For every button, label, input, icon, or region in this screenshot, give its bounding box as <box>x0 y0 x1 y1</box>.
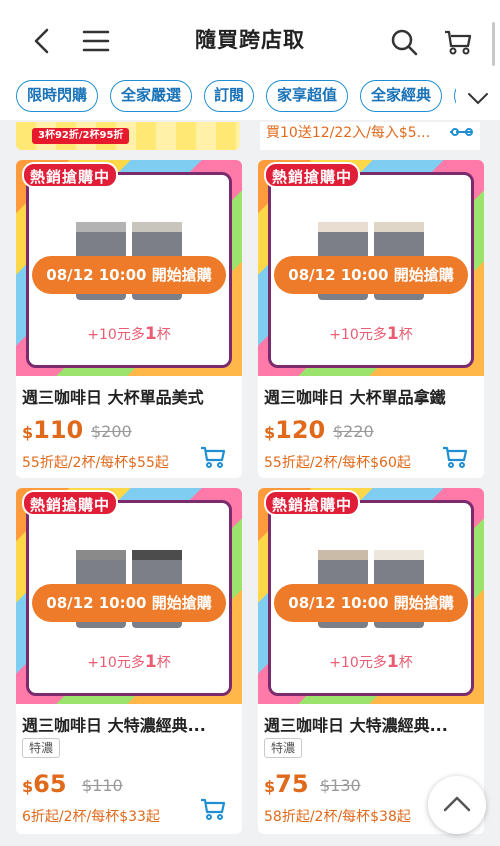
product-name[interactable]: 週三咖啡日 大特濃經典... <box>22 712 238 736</box>
product-card[interactable]: 熱銷搶購中 08/12 10:00 開始搶購 +10元多1杯 週三咖啡日 大杯單… <box>16 160 242 478</box>
promo-number: 1 <box>144 324 157 344</box>
currency-symbol: $ <box>264 777 276 796</box>
scrollbar[interactable] <box>492 22 495 66</box>
product-name[interactable]: 週三咖啡日 大杯單品拿鐵 <box>264 384 480 408</box>
price-value: 75 <box>275 770 309 798</box>
promo-prefix: +10元多 <box>87 327 145 343</box>
promo-number: 1 <box>386 324 399 344</box>
promo-text: +10元多1杯 <box>16 324 242 344</box>
category-tabs: 限時閃購 全家嚴選 訂閱 家享超值 全家經典 <box>0 80 500 120</box>
add-to-cart-icon[interactable] <box>200 446 226 468</box>
product-image: 熱銷搶購中 08/12 10:00 開始搶購 +10元多1杯 <box>16 488 242 704</box>
original-price: $220 <box>333 422 374 441</box>
currency-symbol: $ <box>22 777 34 796</box>
original-price: $110 <box>82 776 123 795</box>
product-tag: 特濃 <box>264 738 303 758</box>
promo-prefix: +10元多 <box>87 655 145 671</box>
promo-suffix: 杯 <box>398 655 413 671</box>
deal-text: 55折起/2杯/每杯$55起 <box>22 455 169 471</box>
promo-suffix: 杯 <box>398 327 413 343</box>
original-price: $200 <box>91 422 132 441</box>
promo-text: +10元多1杯 <box>258 324 484 344</box>
product-card[interactable]: 熱銷搶購中 08/12 10:00 開始搶購 +10元多1杯 週三咖啡日 大杯單… <box>258 160 484 478</box>
deal-text: 6折起/2杯/每杯$33起 <box>22 809 160 825</box>
hot-sale-badge: 熱銷搶購中 <box>22 162 119 188</box>
cart-icon[interactable] <box>443 28 473 56</box>
search-icon[interactable] <box>390 28 418 56</box>
product-image: 熱銷搶購中 08/12 10:00 開始搶購 +10元多1杯 <box>258 160 484 376</box>
chevron-down-icon <box>468 93 488 105</box>
sale-start-button[interactable]: 08/12 10:00 開始搶購 <box>32 256 226 294</box>
promo-text: +10元多1杯 <box>16 652 242 672</box>
product-tag: 特濃 <box>22 738 61 758</box>
chevron-up-icon <box>443 796 471 812</box>
product-name[interactable]: 週三咖啡日 大特濃經典... <box>264 712 480 736</box>
add-to-cart-icon[interactable] <box>200 798 226 820</box>
hot-sale-badge: 熱銷搶購中 <box>22 490 119 516</box>
tab-family-value[interactable]: 家享超值 <box>266 80 348 112</box>
promo-prefix: +10元多 <box>329 327 387 343</box>
hot-sale-badge: 熱銷搶購中 <box>264 162 361 188</box>
scroll-to-top-button[interactable] <box>428 776 486 834</box>
add-to-cart-icon[interactable] <box>442 446 468 468</box>
promo-number: 1 <box>144 652 157 672</box>
sale-start-button[interactable]: 08/12 10:00 開始搶購 <box>274 256 468 294</box>
original-price: $130 <box>320 776 361 795</box>
promo-number: 1 <box>386 652 399 672</box>
tab-subscription[interactable]: 訂閱 <box>204 80 254 112</box>
product-name[interactable]: 週三咖啡日 大杯單品美式 <box>22 384 238 408</box>
product-card[interactable]: 熱銷搶購中 08/12 10:00 開始搶購 +10元多1杯 週三咖啡日 大特濃… <box>16 488 242 834</box>
promo-suffix: 杯 <box>156 327 171 343</box>
sale-start-button[interactable]: 08/12 10:00 開始搶購 <box>274 584 468 622</box>
price-value: 65 <box>33 770 67 798</box>
product-image: 熱銷搶購中 08/12 10:00 開始搶購 +10元多1杯 <box>16 160 242 376</box>
add-to-cart-icon[interactable] <box>448 124 474 146</box>
sale-start-button[interactable]: 08/12 10:00 開始搶購 <box>32 584 226 622</box>
tabs-more-button[interactable] <box>456 80 500 116</box>
promo-prefix: +10元多 <box>329 655 387 671</box>
currency-symbol: $ <box>22 423 34 442</box>
product-price: $120 <box>264 416 325 444</box>
hot-sale-badge: 熱銷搶購中 <box>264 490 361 516</box>
top-bar: 隨買跨店取 <box>0 0 500 80</box>
deal-text: 55折起/2杯/每杯$60起 <box>264 455 411 471</box>
partial-deal-text: 買10送12/22入/每入$5... <box>266 125 431 141</box>
price-value: 120 <box>275 416 326 444</box>
promo-suffix: 杯 <box>156 655 171 671</box>
tab-flash-sale[interactable]: 限時閃購 <box>16 80 98 112</box>
partial-product-info[interactable]: 買10送12/22入/每入$5... <box>260 122 480 150</box>
tab-family-classic[interactable]: 全家經典 <box>360 80 442 112</box>
price-value: 110 <box>33 416 84 444</box>
tab-family-select[interactable]: 全家嚴選 <box>110 80 192 112</box>
product-price: $65 <box>22 770 67 798</box>
promo-text: +10元多1杯 <box>258 652 484 672</box>
partial-product-banner[interactable]: 3杯92折/2杯95折 <box>16 122 240 150</box>
product-price: $110 <box>22 416 83 444</box>
page-title: 隨買跨店取 <box>195 28 305 52</box>
product-image: 熱銷搶購中 08/12 10:00 開始搶購 +10元多1杯 <box>258 488 484 704</box>
product-price: $75 <box>264 770 309 798</box>
currency-symbol: $ <box>264 423 276 442</box>
deal-text: 58折起/2杯/每杯$38起 <box>264 809 411 825</box>
discount-badge: 3杯92折/2杯95折 <box>32 128 130 144</box>
